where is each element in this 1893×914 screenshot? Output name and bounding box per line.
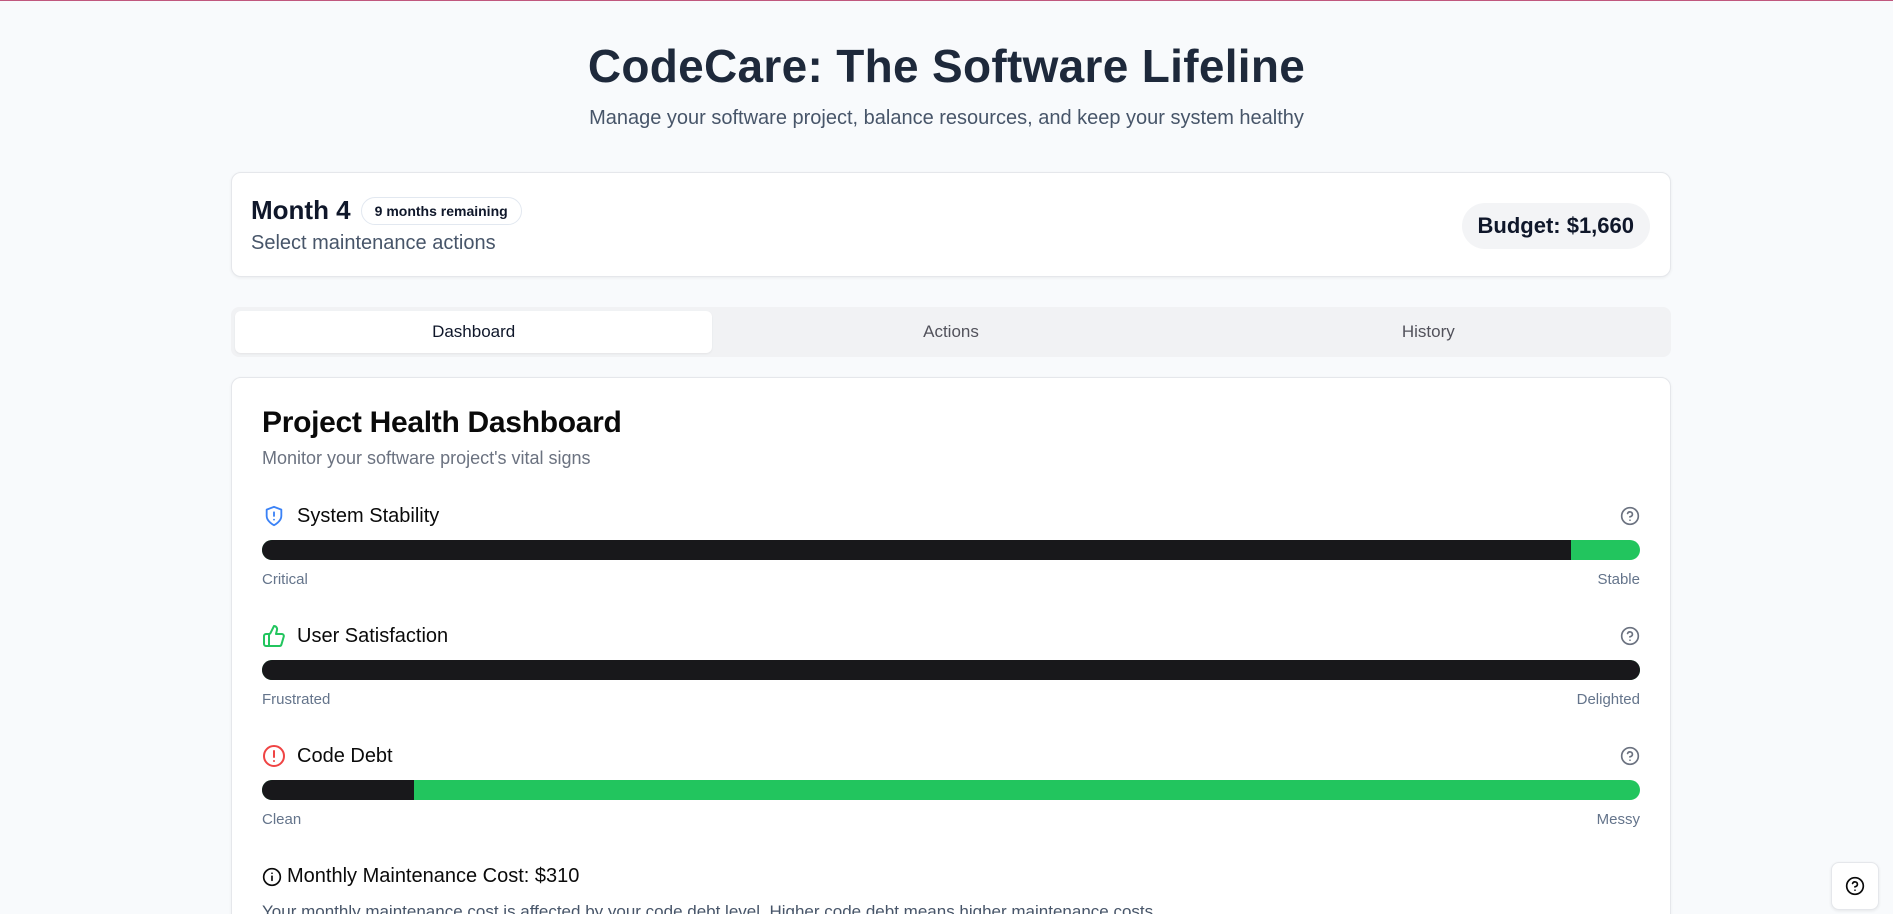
maintenance-note: Your monthly maintenance cost is affecte…: [262, 902, 1158, 914]
scale-low-label: Clean: [262, 811, 302, 828]
alert-circle-icon: [262, 744, 286, 768]
scale-high-label: Messy: [1596, 811, 1640, 828]
status-instruction: Select maintenance actions: [251, 232, 496, 254]
thumbs-up-icon: [262, 624, 286, 648]
satisfaction-progress-fill: [262, 660, 1640, 680]
app-subtitle: Manage your software project, balance re…: [589, 107, 1304, 129]
metric-name: User Satisfaction: [297, 624, 449, 647]
shield-alert-icon: [262, 504, 286, 528]
code-debt-progress-bar: [262, 780, 1640, 800]
help-button[interactable]: [1831, 862, 1879, 910]
metric-name: Code Debt: [297, 744, 393, 767]
scale-high-label: Stable: [1597, 571, 1640, 588]
tab-bar: Dashboard Actions History: [231, 307, 1671, 357]
scale-low-label: Critical: [262, 571, 308, 588]
month-row: Month 4 9 months remaining: [251, 195, 522, 226]
months-remaining-badge: 9 months remaining: [360, 196, 522, 225]
stability-progress-fill: [262, 540, 1572, 560]
budget-badge: Budget: $1,660: [1461, 203, 1650, 249]
status-card: Month 4 9 months remaining Select mainte…: [231, 172, 1671, 277]
month-label: Month 4: [251, 195, 351, 225]
code-debt-progress-fill: [262, 780, 414, 800]
metric-code-debt: Code Debt Clean Messy: [262, 742, 1640, 828]
help-circle-icon[interactable]: [1620, 506, 1640, 526]
metric-name: System Stability: [297, 504, 440, 527]
page-header: CodeCare: The Software Lifeline Manage y…: [0, 1, 1893, 130]
scale-low-label: Frustrated: [262, 691, 331, 708]
tab-actions[interactable]: Actions: [712, 311, 1189, 353]
maintenance-cost-row: Monthly Maintenance Cost: $310: [262, 865, 579, 888]
help-circle-icon[interactable]: [1620, 626, 1640, 646]
info-icon: [262, 867, 282, 887]
tab-dashboard[interactable]: Dashboard: [235, 311, 713, 353]
metric-system-stability: System Stability Critical Stable: [262, 502, 1640, 588]
dashboard-card: Project Health Dashboard Monitor your so…: [231, 377, 1671, 914]
dashboard-title: Project Health Dashboard: [262, 406, 622, 439]
help-circle-icon: [1845, 876, 1865, 896]
dashboard-subtitle: Monitor your software project's vital si…: [262, 448, 591, 468]
satisfaction-progress-bar: [262, 660, 1640, 680]
metric-user-satisfaction: User Satisfaction Frustrated Delighted: [262, 622, 1640, 708]
help-circle-icon[interactable]: [1620, 746, 1640, 766]
tab-history[interactable]: History: [1190, 311, 1667, 353]
maintenance-cost: Monthly Maintenance Cost: $310: [287, 865, 580, 887]
app-title: CodeCare: The Software Lifeline: [587, 40, 1306, 92]
stability-progress-bar: [262, 540, 1640, 560]
scale-high-label: Delighted: [1576, 691, 1640, 708]
